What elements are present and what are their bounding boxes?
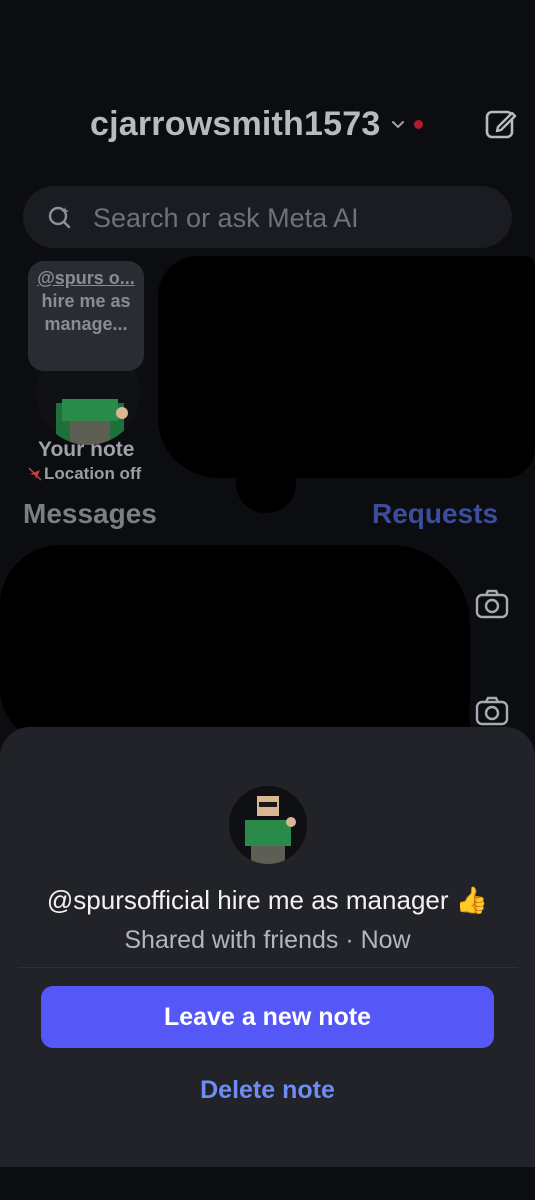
note-mention[interactable]: @spurs o... <box>28 267 144 290</box>
system-nav-bar <box>0 1167 535 1200</box>
leave-new-note-button[interactable]: Leave a new note <box>41 986 494 1048</box>
redacted-notes <box>158 256 535 478</box>
status-dot <box>414 120 424 129</box>
messages-heading: Messages <box>23 498 157 529</box>
delete-note-button[interactable]: Delete note <box>0 1076 535 1105</box>
username: cjarrowsmith1573 <box>90 105 381 143</box>
note-visibility-time: Shared with friends · Now <box>124 926 411 954</box>
note-bottom-sheet: @spursofficial hire me as manager 👍 Shar… <box>0 727 535 1167</box>
header: cjarrowsmith1573 <box>0 95 535 155</box>
meta-ai-search-icon <box>48 206 71 229</box>
location-off-icon <box>28 467 42 481</box>
note-text: @spursofficial hire me as manager 👍 <box>46 885 489 915</box>
your-note-label: Your note <box>38 438 135 461</box>
location-label: Location off <box>44 464 142 483</box>
camera-icon[interactable] <box>475 696 509 726</box>
chevron-down-icon <box>392 120 405 128</box>
note-bubble[interactable]: @spurs o... hire me as manage... <box>28 261 144 371</box>
divider <box>18 967 518 968</box>
search-bar[interactable] <box>23 186 512 248</box>
location-status: Location off <box>28 464 168 484</box>
camera-icon[interactable] <box>475 589 509 619</box>
note-bubble-text: hire me as manage... <box>41 291 131 334</box>
account-switcher[interactable]: cjarrowsmith1573 <box>90 105 424 144</box>
redacted-notes-2 <box>236 455 296 513</box>
requests-link[interactable]: Requests <box>372 498 498 530</box>
search-input[interactable] <box>91 196 495 240</box>
compose-icon[interactable] <box>484 107 518 141</box>
avatar <box>229 786 307 864</box>
